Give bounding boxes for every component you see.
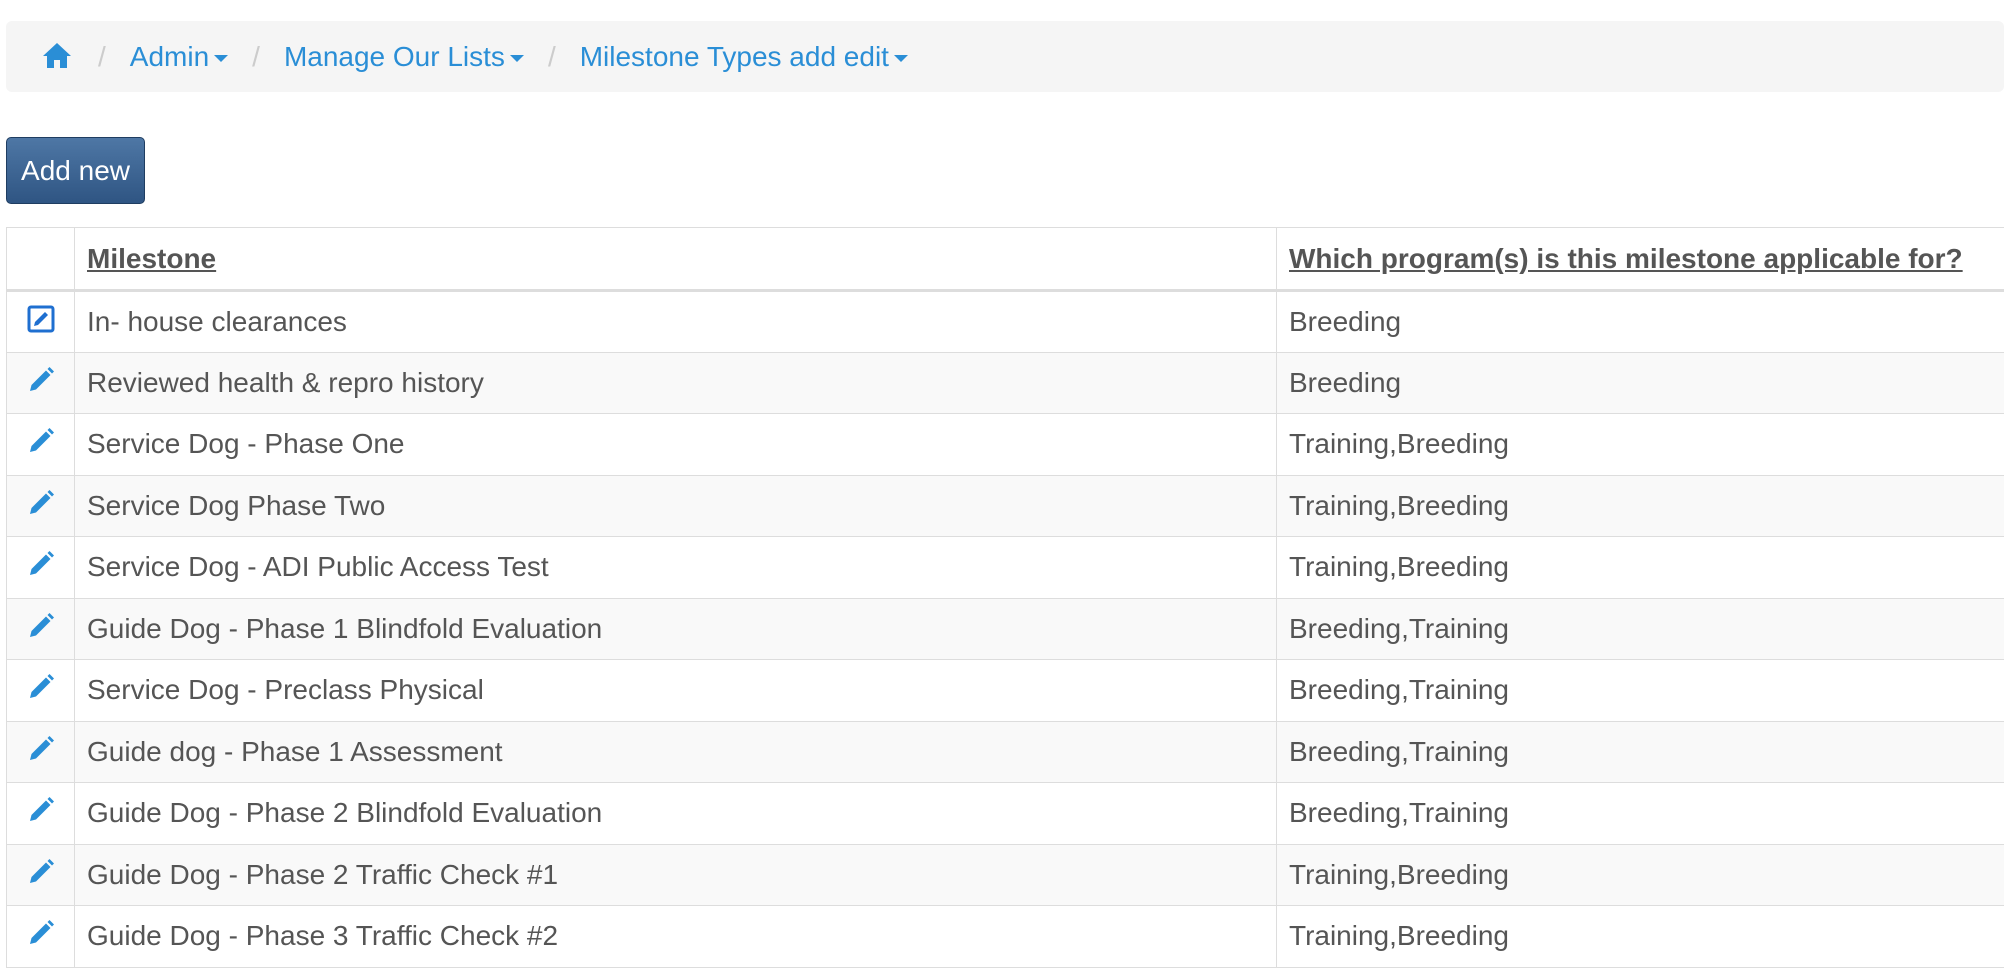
table-row: In- house clearancesBreeding <box>7 291 2004 353</box>
edit-cell <box>7 906 75 968</box>
programs-cell: Breeding <box>1277 291 2004 353</box>
milestone-cell: Service Dog Phase Two <box>75 475 1277 537</box>
home-icon[interactable] <box>40 38 74 72</box>
table-row: Guide Dog - Phase 1 Blindfold Evaluation… <box>7 598 2004 660</box>
programs-cell: Breeding,Training <box>1277 783 2004 845</box>
breadcrumb-admin[interactable]: Admin <box>130 41 228 73</box>
edit-cell <box>7 291 75 353</box>
edit-cell <box>7 537 75 599</box>
edit-square-icon[interactable] <box>26 304 56 334</box>
milestones-table: Milestone Which program(s) is this miles… <box>6 227 2004 968</box>
edit-cell <box>7 475 75 537</box>
header-milestone[interactable]: Milestone <box>75 228 1277 291</box>
edit-pencil-icon[interactable] <box>26 549 56 579</box>
milestone-cell: Service Dog - ADI Public Access Test <box>75 537 1277 599</box>
table-row: Service Dog - Phase OneTraining,Breeding <box>7 414 2004 476</box>
programs-cell: Training,Breeding <box>1277 537 2004 599</box>
edit-cell <box>7 414 75 476</box>
header-programs[interactable]: Which program(s) is this milestone appli… <box>1277 228 2004 291</box>
programs-cell: Training,Breeding <box>1277 475 2004 537</box>
edit-cell <box>7 598 75 660</box>
milestone-cell: Service Dog - Preclass Physical <box>75 660 1277 722</box>
edit-pencil-icon[interactable] <box>26 734 56 764</box>
table-row: Reviewed health & repro historyBreeding <box>7 352 2004 414</box>
programs-cell: Training,Breeding <box>1277 414 2004 476</box>
edit-pencil-icon[interactable] <box>26 795 56 825</box>
edit-pencil-icon[interactable] <box>26 365 56 395</box>
programs-cell: Breeding,Training <box>1277 660 2004 722</box>
breadcrumb-milestone-types[interactable]: Milestone Types add edit <box>580 41 908 73</box>
milestone-cell: Guide Dog - Phase 2 Traffic Check #1 <box>75 844 1277 906</box>
breadcrumb-manage-lists-label: Manage Our Lists <box>284 41 505 73</box>
caret-down-icon <box>510 55 524 62</box>
header-programs-label[interactable]: Which program(s) is this milestone appli… <box>1289 243 1963 274</box>
milestone-cell: Guide Dog - Phase 3 Traffic Check #2 <box>75 906 1277 968</box>
add-new-button[interactable]: Add new <box>6 137 145 204</box>
breadcrumb-admin-label: Admin <box>130 41 209 73</box>
breadcrumb-separator: / <box>548 41 556 73</box>
edit-cell <box>7 660 75 722</box>
milestone-cell: In- house clearances <box>75 291 1277 353</box>
edit-cell <box>7 721 75 783</box>
caret-down-icon <box>894 55 908 62</box>
breadcrumb-milestone-types-label: Milestone Types add edit <box>580 41 889 73</box>
programs-cell: Breeding <box>1277 352 2004 414</box>
edit-pencil-icon[interactable] <box>26 426 56 456</box>
header-edit-column <box>7 228 75 291</box>
programs-cell: Training,Breeding <box>1277 906 2004 968</box>
table-row: Service Dog - Preclass PhysicalBreeding,… <box>7 660 2004 722</box>
table-row: Guide Dog - Phase 2 Blindfold Evaluation… <box>7 783 2004 845</box>
milestone-cell: Guide Dog - Phase 1 Blindfold Evaluation <box>75 598 1277 660</box>
milestone-cell: Reviewed health & repro history <box>75 352 1277 414</box>
milestone-cell: Guide dog - Phase 1 Assessment <box>75 721 1277 783</box>
table-row: Guide Dog - Phase 2 Traffic Check #1Trai… <box>7 844 2004 906</box>
caret-down-icon <box>214 55 228 62</box>
breadcrumb-separator: / <box>252 41 260 73</box>
table-row: Guide Dog - Phase 3 Traffic Check #2Trai… <box>7 906 2004 968</box>
edit-pencil-icon[interactable] <box>26 611 56 641</box>
table-row: Service Dog Phase TwoTraining,Breeding <box>7 475 2004 537</box>
edit-cell <box>7 783 75 845</box>
breadcrumb: / Admin / Manage Our Lists / Milestone T… <box>6 21 2004 92</box>
header-milestone-label[interactable]: Milestone <box>87 243 216 274</box>
table-header-row: Milestone Which program(s) is this miles… <box>7 228 2004 291</box>
programs-cell: Breeding,Training <box>1277 598 2004 660</box>
edit-pencil-icon[interactable] <box>26 488 56 518</box>
table-row: Guide dog - Phase 1 AssessmentBreeding,T… <box>7 721 2004 783</box>
milestone-cell: Guide Dog - Phase 2 Blindfold Evaluation <box>75 783 1277 845</box>
edit-pencil-icon[interactable] <box>26 672 56 702</box>
table-row: Service Dog - ADI Public Access TestTrai… <box>7 537 2004 599</box>
edit-cell <box>7 844 75 906</box>
edit-pencil-icon[interactable] <box>26 918 56 948</box>
milestone-cell: Service Dog - Phase One <box>75 414 1277 476</box>
edit-cell <box>7 352 75 414</box>
breadcrumb-manage-lists[interactable]: Manage Our Lists <box>284 41 524 73</box>
programs-cell: Breeding,Training <box>1277 721 2004 783</box>
breadcrumb-separator: / <box>98 41 106 73</box>
programs-cell: Training,Breeding <box>1277 844 2004 906</box>
edit-pencil-icon[interactable] <box>26 857 56 887</box>
